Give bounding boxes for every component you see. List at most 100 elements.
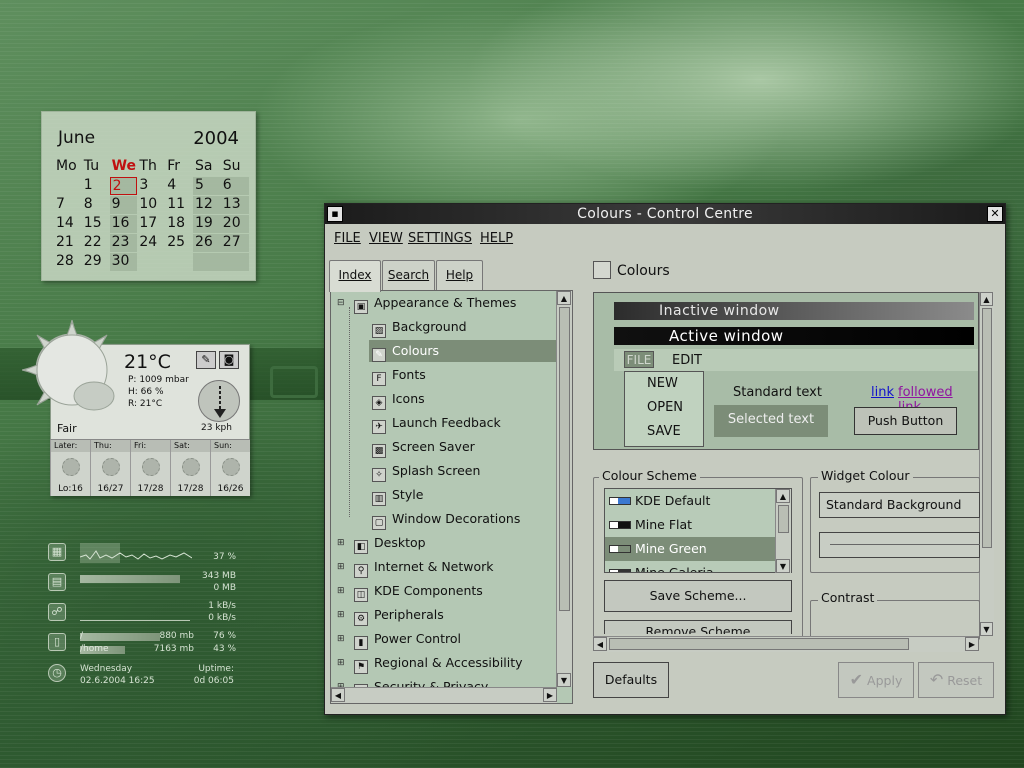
module-scroll-up-icon[interactable]: ▲ <box>980 292 993 306</box>
module-scroll-thumb[interactable] <box>982 308 992 548</box>
calendar-day[interactable]: 24 <box>137 234 165 252</box>
calendar-day[interactable]: 18 <box>165 215 193 233</box>
calendar-day[interactable]: 15 <box>82 215 110 233</box>
tree-expand-icon[interactable]: ⊞ <box>337 562 345 572</box>
camera-icon[interactable]: ◙ <box>219 351 239 369</box>
apply-button[interactable]: ✔ Apply <box>838 662 914 698</box>
tree-item[interactable]: ✈ Launch Feedback <box>369 412 557 434</box>
tree-scroll-thumb[interactable] <box>559 307 570 611</box>
tree-expand-icon[interactable]: ⊞ <box>337 610 345 620</box>
module-horizontal-scrollbar[interactable]: ◀ ▶ <box>593 636 979 652</box>
scheme-item[interactable]: Mine Flat <box>605 513 791 537</box>
widget-colour-select[interactable]: Standard Background <box>819 492 980 518</box>
module-vertical-scrollbar[interactable]: ▲ ▼ <box>979 292 994 636</box>
tree-item[interactable]: ⚲ Internet & Network <box>351 556 557 578</box>
calendar-day[interactable] <box>137 253 165 271</box>
scheme-item[interactable]: KDE Default <box>605 489 791 513</box>
module-scroll-left-icon[interactable]: ◀ <box>593 637 607 651</box>
remove-scheme-button[interactable]: Remove Scheme <box>604 620 792 634</box>
tree-item[interactable]: ◈ Icons <box>369 388 557 410</box>
defaults-button[interactable]: Defaults <box>593 662 669 698</box>
tree-item[interactable]: ✎ Colours <box>369 340 557 362</box>
tree-horizontal-scrollbar[interactable]: ◀ ▶ <box>331 687 557 703</box>
weather-settings-icon[interactable]: ✎ <box>196 351 216 369</box>
calendar-day[interactable] <box>192 253 221 271</box>
tree-item[interactable]: ◐Security & Privacy <box>351 676 557 687</box>
scheme-scroll-thumb[interactable] <box>778 505 789 533</box>
tree-item[interactable]: ▮ Power Control <box>351 628 557 650</box>
scheme-list[interactable]: KDE Default Mine Flat Mine Green Mine Galer… <box>604 488 792 573</box>
module-scroll-down-icon[interactable]: ▼ <box>980 622 993 636</box>
tree-item[interactable]: ✧ Splash Screen <box>369 460 557 482</box>
calendar-day[interactable]: 29 <box>82 253 110 271</box>
calendar-day[interactable]: 21 <box>54 234 82 252</box>
tree-expand-icon[interactable]: ⊞ <box>337 586 345 596</box>
calendar-day[interactable]: 17 <box>137 215 165 233</box>
calendar-day[interactable]: 3 <box>137 177 165 195</box>
calendar-day[interactable]: 12 <box>192 196 221 214</box>
calendar-day[interactable]: 8 <box>82 196 110 214</box>
calendar-day[interactable]: 19 <box>192 215 221 233</box>
reset-button[interactable]: ↶ Reset <box>918 662 994 698</box>
scroll-left-arrow-icon[interactable]: ◀ <box>331 688 345 702</box>
calendar-day[interactable]: 10 <box>137 196 165 214</box>
calendar-day[interactable] <box>165 253 193 271</box>
module-hscroll-thumb[interactable] <box>609 638 909 650</box>
calendar-day[interactable]: 20 <box>220 215 249 233</box>
tree-item[interactable]: ▥ Style <box>369 484 557 506</box>
tree-item[interactable]: ◫ KDE Components <box>351 580 557 602</box>
calendar-day[interactable]: 25 <box>165 234 193 252</box>
scheme-item[interactable]: Mine Galeria <box>605 561 791 572</box>
calendar-day[interactable] <box>54 177 82 195</box>
calendar-day[interactable]: 5 <box>192 177 221 195</box>
tree-vertical-scrollbar[interactable]: ▲ ▼ <box>556 291 572 687</box>
save-scheme-button[interactable]: Save Scheme... <box>604 580 792 612</box>
calendar-day[interactable] <box>220 253 249 271</box>
calendar-day[interactable]: 1 <box>82 177 110 195</box>
menu-settings[interactable]: SETTINGS <box>408 231 472 246</box>
calendar-day[interactable]: 28 <box>54 253 82 271</box>
tree-expand-icon[interactable]: ⊞ <box>337 658 345 668</box>
scroll-right-arrow-icon[interactable]: ▶ <box>543 688 557 702</box>
menu-file[interactable]: FILE <box>334 231 361 246</box>
scheme-list-scrollbar[interactable]: ▲ ▼ <box>775 489 791 573</box>
calendar-day[interactable]: 16 <box>109 215 138 233</box>
tree-expand-icon[interactable]: ⊞ <box>337 634 345 644</box>
tab-search[interactable]: Search <box>382 260 435 290</box>
window-menu-button[interactable]: ▪ <box>327 206 343 222</box>
scheme-scroll-up-icon[interactable]: ▲ <box>776 489 790 503</box>
menu-help[interactable]: HELP <box>480 231 513 246</box>
calendar-day[interactable]: 13 <box>220 196 249 214</box>
calendar-day[interactable]: 26 <box>192 234 221 252</box>
calendar-day[interactable] <box>54 272 82 290</box>
widget-colour-button[interactable] <box>819 532 980 558</box>
tree-item[interactable]: ⚙ Peripherals <box>351 604 557 626</box>
calendar-day[interactable]: 27 <box>220 234 249 252</box>
calendar-day[interactable]: 9 <box>109 196 138 214</box>
window-titlebar[interactable]: Colours - Control Centre <box>325 204 1005 224</box>
calendar-day[interactable]: 7 <box>54 196 82 214</box>
tree-item[interactable]: ⚑ Regional & Accessibility <box>351 652 557 674</box>
tab-help[interactable]: Help <box>436 260 483 290</box>
calendar-day[interactable]: 30 <box>109 253 138 271</box>
calendar-day[interactable]: 2 <box>109 177 138 195</box>
tree-item[interactable]: ▨ Background <box>369 316 557 338</box>
calendar-day[interactable]: 23 <box>109 234 138 252</box>
calendar-day[interactable]: 22 <box>82 234 110 252</box>
scheme-scroll-down-icon[interactable]: ▼ <box>776 559 790 573</box>
menu-view[interactable]: VIEW <box>369 231 403 246</box>
tree-item[interactable]: ▩ Screen Saver <box>369 436 557 458</box>
tree-expand-icon[interactable]: ⊞ <box>337 538 345 548</box>
calendar-day[interactable]: 11 <box>165 196 193 214</box>
calendar-day[interactable]: 14 <box>54 215 82 233</box>
tree-item[interactable]: ▢ Window Decorations <box>369 508 557 530</box>
module-scroll-right-icon[interactable]: ▶ <box>965 637 979 651</box>
tree-item[interactable]: ◧ Desktop <box>351 532 557 554</box>
tree-item[interactable]: F Fonts <box>369 364 557 386</box>
tab-index[interactable]: Index <box>329 260 381 292</box>
tree-item[interactable]: ▣ Appearance & Themes <box>351 292 557 314</box>
close-button[interactable]: ✕ <box>987 206 1003 222</box>
tree-expand-icon[interactable]: ⊟ <box>337 298 345 308</box>
calendar-day[interactable]: 6 <box>220 177 249 195</box>
scheme-item[interactable]: Mine Green <box>605 537 791 561</box>
